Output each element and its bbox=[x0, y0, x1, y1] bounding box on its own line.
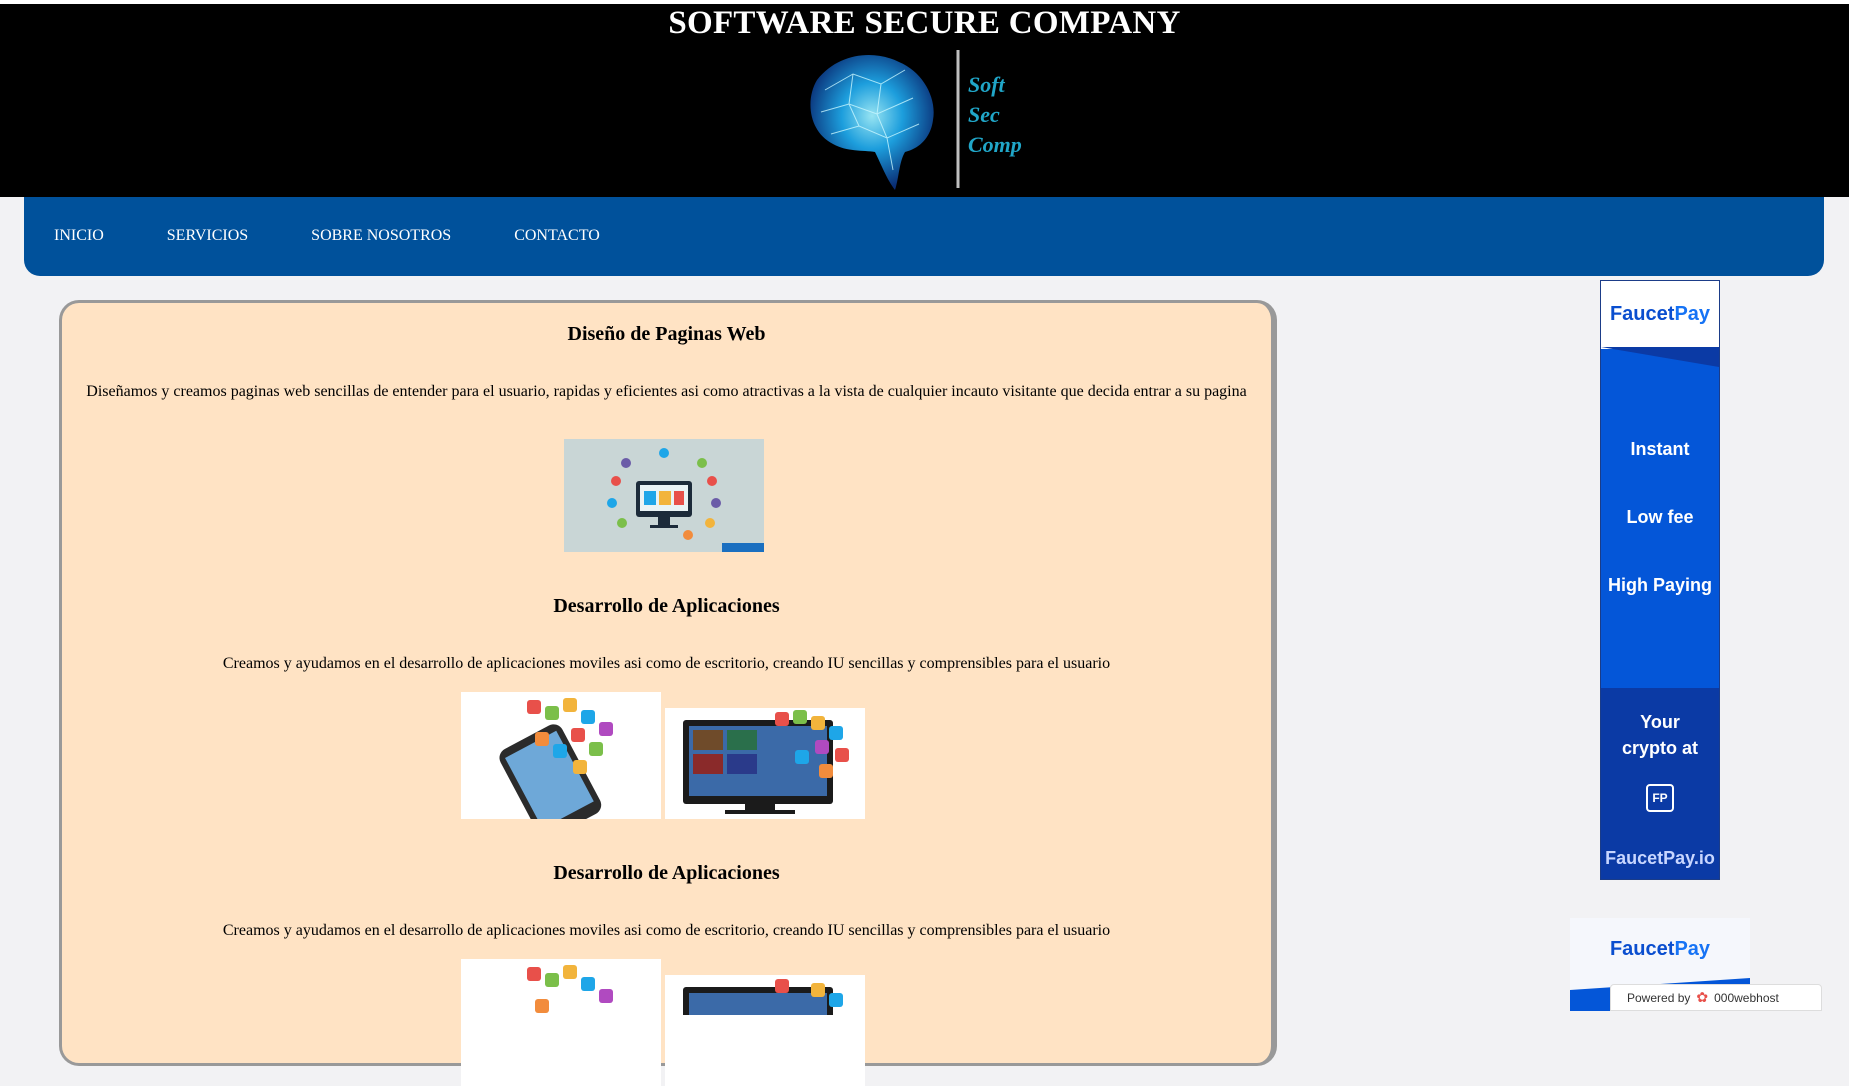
mobile-apps-illustration bbox=[461, 692, 661, 839]
section-text: Creamos y ayudamos en el desarrollo de a… bbox=[222, 655, 1111, 672]
service-app-development: Desarrollo de Aplicaciones Creamos y ayu… bbox=[62, 595, 1271, 674]
section-title: Diseño de Paginas Web bbox=[567, 323, 766, 345]
section-text: Diseñamos y creamos paginas web sencilla… bbox=[86, 383, 1247, 400]
mobile-apps-illustration-2 bbox=[461, 959, 661, 1086]
powered-by-brand: 000webhost bbox=[1714, 990, 1779, 1005]
logo-text-line-1: Soft bbox=[968, 72, 1005, 97]
services-panel: Diseño de Paginas Web Diseñamos y creamo… bbox=[59, 300, 1277, 1086]
section-title: Desarrollo de Aplicaciones bbox=[553, 595, 780, 617]
host-logo-icon: ✿ bbox=[1696, 989, 1709, 1005]
ad-line-low-fee: Low fee bbox=[1626, 507, 1694, 527]
nav-item-contacto[interactable]: CONTACTO bbox=[514, 227, 600, 245]
desktop-apps-illustration-2 bbox=[665, 975, 865, 1086]
site-title: SOFTWARE SECURE COMPANY bbox=[668, 5, 1181, 41]
faucetpay-logo-icon: FP bbox=[1646, 784, 1674, 812]
desktop-apps-illustration bbox=[665, 708, 865, 819]
service-web-design: Diseño de Paginas Web Diseñamos y creamo… bbox=[62, 323, 1271, 402]
powered-by-badge[interactable]: Powered by ✿ 000webhost bbox=[1610, 984, 1822, 1011]
ad-divider bbox=[1601, 347, 1719, 367]
section-text: Creamos y ayudamos en el desarrollo de a… bbox=[222, 922, 1111, 939]
logo-text: Soft Sec Comp bbox=[968, 70, 1022, 160]
section-title: Desarrollo de Aplicaciones bbox=[553, 862, 780, 884]
ad-line-crypto-at: crypto at bbox=[1621, 738, 1699, 758]
powered-by-label: Powered by bbox=[1627, 990, 1691, 1005]
logo-text-line-3: Comp bbox=[968, 132, 1022, 157]
ad-brand: FaucetPay bbox=[1609, 303, 1711, 325]
faucetpay-ad[interactable]: FaucetPay Instant Low fee High Paying Yo… bbox=[1600, 280, 1720, 880]
nav-item-servicios[interactable]: SERVICIOS bbox=[167, 227, 248, 245]
main-navbar: INICIO SERVICIOS SOBRE NOSOTROS CONTACTO bbox=[24, 197, 1824, 276]
ad-domain: FaucetPay.io bbox=[1605, 848, 1715, 868]
service-app-development-2: Desarrollo de Aplicaciones Creamos y ayu… bbox=[62, 862, 1271, 941]
ad-line-high-paying: High Paying bbox=[1607, 575, 1712, 595]
nav-item-sobre-nosotros[interactable]: SOBRE NOSOTROS bbox=[311, 227, 451, 245]
nav-item-inicio[interactable]: INICIO bbox=[54, 227, 104, 245]
web-design-illustration bbox=[564, 439, 764, 552]
logo-text-line-2: Sec bbox=[968, 102, 1000, 127]
site-header: SOFTWARE SECURE COMPANY Soft Sec Comp bbox=[0, 4, 1849, 197]
ad-line-instant: Instant bbox=[1630, 439, 1690, 459]
ad2-brand: FaucetPay bbox=[1609, 938, 1711, 960]
ad-line-your: Your bbox=[1640, 712, 1680, 732]
ad-footer: Your crypto at FP FaucetPay.io bbox=[1601, 688, 1719, 879]
